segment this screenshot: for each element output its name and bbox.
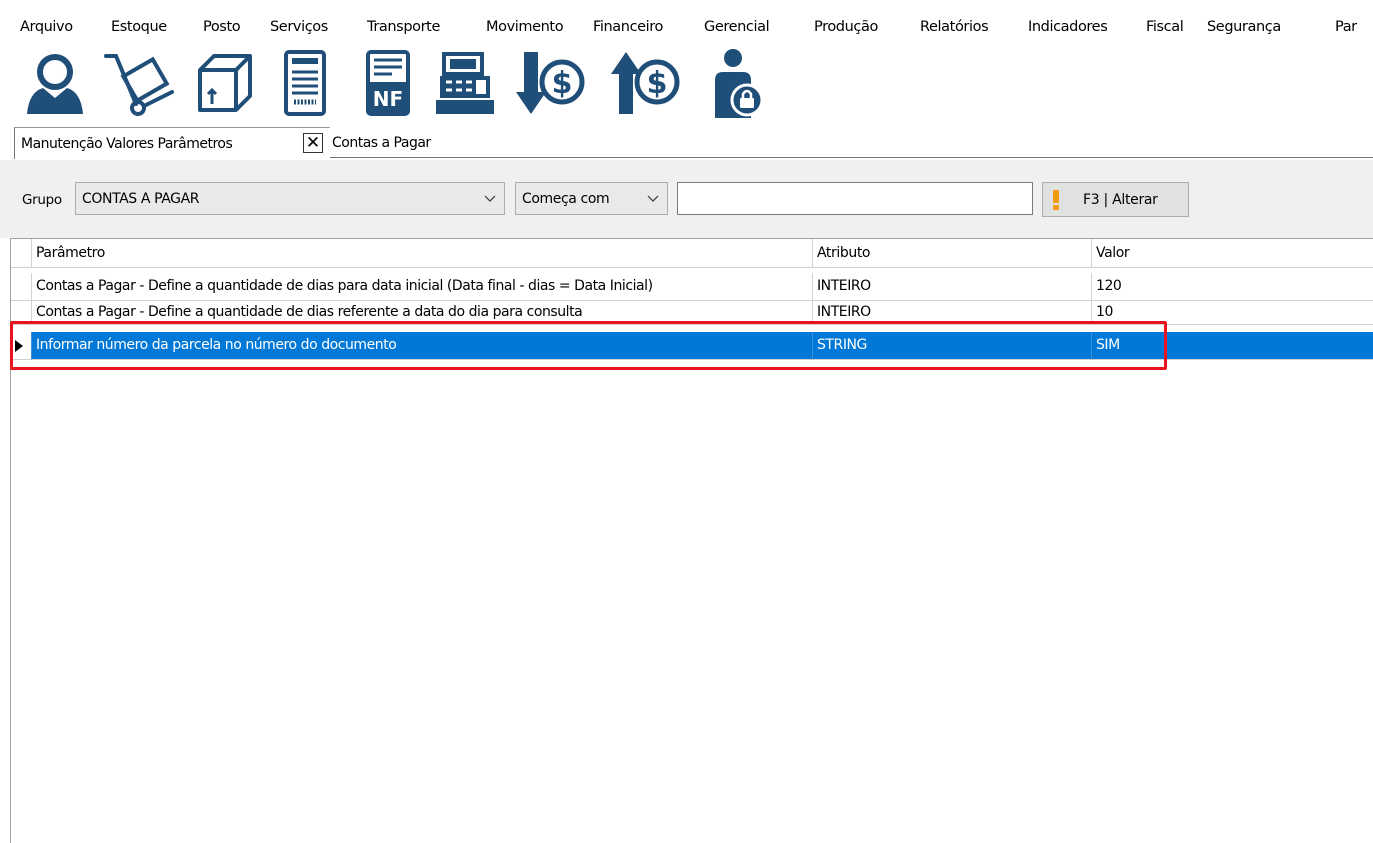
money-up-icon: $ <box>611 52 680 114</box>
grupo-select[interactable]: CONTAS A PAGAR <box>75 182 505 215</box>
cell-valor: 120 <box>1091 273 1373 301</box>
menu-seguranca[interactable]: Segurança <box>1207 17 1281 34</box>
tab-contas-a-pagar[interactable]: Contas a Pagar <box>332 135 431 151</box>
invoice-nf-text: NF <box>373 87 403 111</box>
menu-estoque[interactable]: Estoque <box>111 17 167 34</box>
grupo-label: Grupo <box>22 192 62 208</box>
menu-movimento[interactable]: Movimento <box>486 17 564 34</box>
svg-text:$: $ <box>552 66 573 101</box>
parameters-grid: Parâmetro Atributo Valor Contas a Pagar … <box>10 238 1373 843</box>
tab-close-button[interactable]: ✕ <box>303 133 323 153</box>
toolbar-box-button[interactable] <box>187 46 261 120</box>
toolbar-document-button[interactable] <box>268 46 342 120</box>
match-mode-value: Começa com <box>522 191 610 207</box>
toolbar-invoice-button[interactable]: NF <box>351 46 425 120</box>
invoice-nf-icon: NF <box>366 50 410 116</box>
grupo-select-value: CONTAS A PAGAR <box>82 191 200 207</box>
tab-manutencao-valores-parametros[interactable]: Manutenção Valores Parâmetros ✕ <box>14 127 330 159</box>
column-header-atributo[interactable]: Atributo <box>812 239 1092 268</box>
cell-atributo: STRING <box>812 332 1091 360</box>
alter-button-label: F3 | Alterar <box>1083 192 1158 208</box>
chevron-down-icon <box>484 195 496 202</box>
alter-button[interactable]: F3 | Alterar <box>1042 182 1189 217</box>
tab-divider <box>330 157 1373 158</box>
toolbar-receipt-button[interactable]: $ <box>610 46 684 120</box>
toolbar-cash-register-button[interactable] <box>428 46 502 120</box>
chevron-down-icon <box>647 195 659 202</box>
svg-text:$: $ <box>647 66 668 101</box>
cell-parametro: Contas a Pagar - Define a quantidade de … <box>31 301 812 325</box>
match-mode-select[interactable]: Começa com <box>515 182 668 215</box>
menu-gerencial[interactable]: Gerencial <box>704 17 770 34</box>
menu-arquivo[interactable]: Arquivo <box>20 17 73 34</box>
menu-bar: Arquivo Estoque Posto Serviços Transport… <box>0 0 1373 34</box>
tab-strip: Manutenção Valores Parâmetros ✕ Contas a… <box>0 122 1373 160</box>
menu-producao[interactable]: Produção <box>814 17 878 34</box>
box-icon <box>198 54 252 112</box>
menu-posto[interactable]: Posto <box>203 17 241 34</box>
cell-atributo: INTEIRO <box>812 273 1091 301</box>
menu-financeiro[interactable]: Financeiro <box>593 17 663 34</box>
menu-servicos[interactable]: Serviços <box>270 17 328 34</box>
cell-atributo: INTEIRO <box>812 301 1091 325</box>
row-indicator <box>11 332 31 360</box>
filter-panel: Grupo CONTAS A PAGAR Começa com F3 | Alt… <box>0 160 1373 238</box>
menu-fiscal[interactable]: Fiscal <box>1146 17 1184 34</box>
column-header-valor[interactable]: Valor <box>1091 239 1373 268</box>
search-input[interactable] <box>677 182 1033 215</box>
header-indicator <box>11 239 31 268</box>
cell-parametro: Contas a Pagar - Define a quantidade de … <box>31 273 812 301</box>
user-icon <box>27 54 83 114</box>
toolbar-payment-button[interactable]: $ <box>515 46 589 120</box>
row-indicator <box>11 301 31 325</box>
tab-label: Manutenção Valores Parâmetros <box>21 136 233 152</box>
table-row[interactable]: Contas a Pagar - Define a quantidade de … <box>11 301 1373 325</box>
cash-register-icon <box>436 52 494 114</box>
toolbar-security-button[interactable] <box>698 46 772 120</box>
menu-parametros[interactable]: Par <box>1335 17 1357 34</box>
menu-transporte[interactable]: Transporte <box>367 17 440 34</box>
cell-valor: 10 <box>1091 301 1373 325</box>
toolbar-hand-truck-button[interactable] <box>102 46 176 120</box>
toolbar: NF $ $ <box>0 40 1373 122</box>
cell-parametro: Informar número da parcela no número do … <box>31 332 812 360</box>
column-header-parametro[interactable]: Parâmetro <box>31 239 816 268</box>
menu-indicadores[interactable]: Indicadores <box>1028 17 1108 34</box>
grid-header: Parâmetro Atributo Valor <box>11 238 1373 268</box>
hand-truck-icon <box>104 54 174 116</box>
table-row[interactable]: Contas a Pagar - Define a quantidade de … <box>11 273 1373 301</box>
menu-relatorios[interactable]: Relatórios <box>920 17 989 34</box>
row-indicator <box>11 273 31 301</box>
cell-valor: SIM <box>1091 332 1373 360</box>
toolbar-user-button[interactable] <box>18 46 92 120</box>
exclamation-icon <box>1053 190 1059 210</box>
user-lock-icon <box>715 49 764 118</box>
table-row-selected[interactable]: Informar número da parcela no número do … <box>11 332 1373 360</box>
document-icon <box>284 50 326 116</box>
current-row-arrow-icon <box>15 340 23 352</box>
money-down-icon: $ <box>516 52 585 114</box>
close-icon: ✕ <box>305 132 321 153</box>
